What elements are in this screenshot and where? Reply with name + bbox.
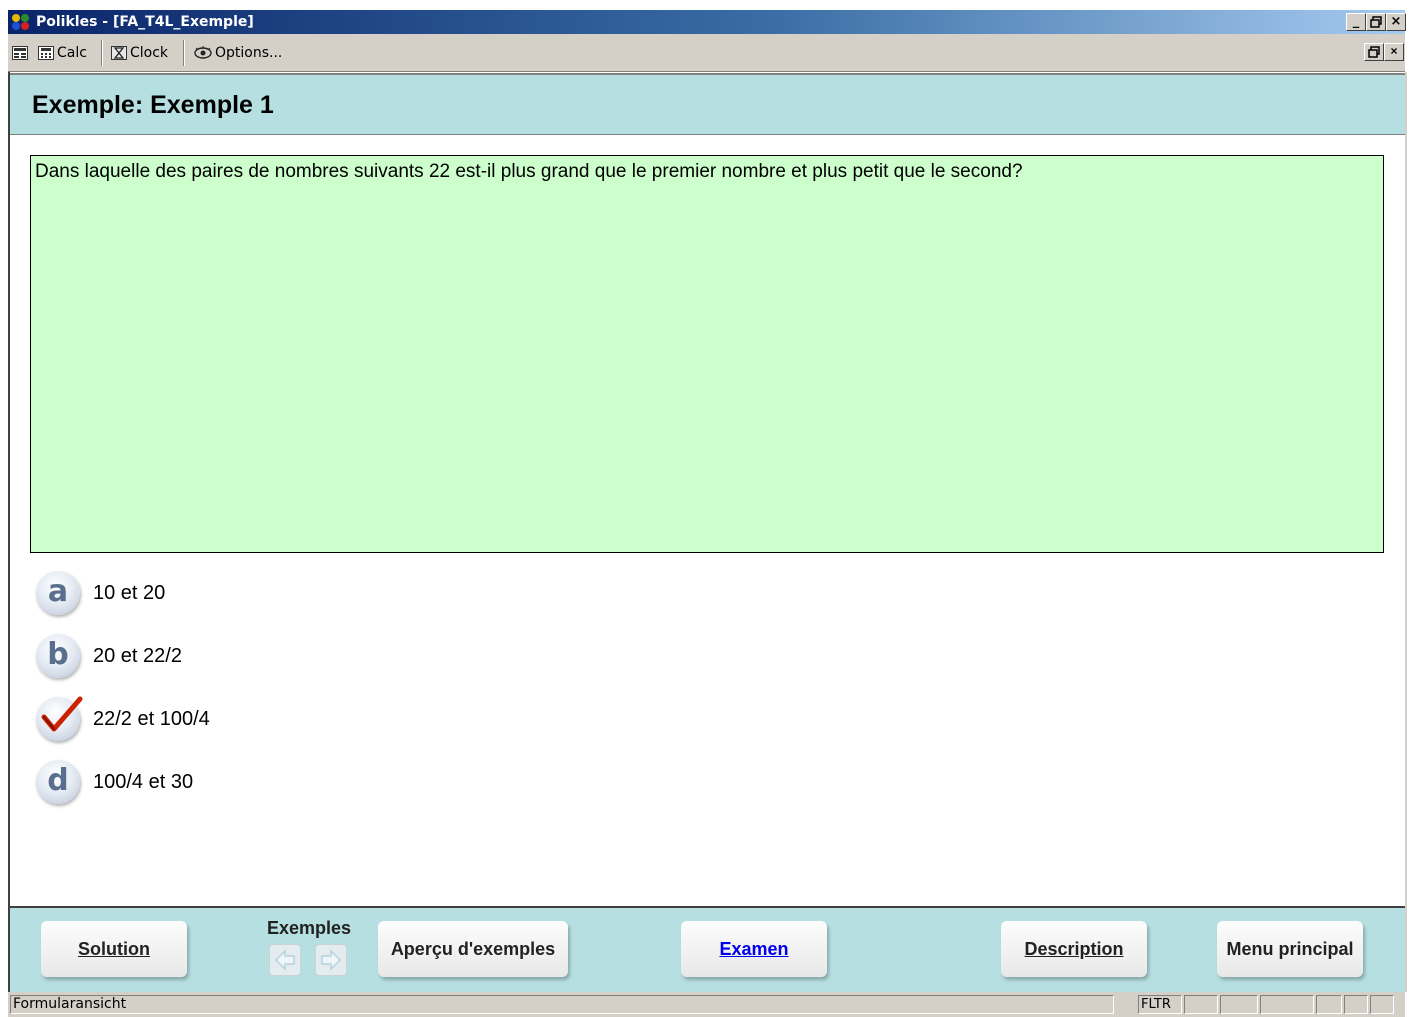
footer-band: Solution Exemples Aperçu d'exemples Exam… [10,906,1405,992]
toolbar: Calc Clock Options... × [8,34,1405,72]
answer-letter: b [47,637,69,672]
status-cell [1260,995,1314,1014]
status-text: Formularansicht [10,995,1114,1014]
answer-label: 100/4 et 30 [93,771,194,793]
window-frame-right [1405,72,1407,992]
answer-option-a[interactable]: a 10 et 20 [36,571,736,617]
toolbar-separator [183,40,185,66]
minimize-button[interactable]: _ [1346,13,1366,31]
status-cell [1220,995,1258,1014]
mdi-close-button[interactable]: × [1384,43,1404,61]
restore-icon [1370,16,1382,28]
options-button[interactable]: Options... [193,42,282,64]
arrow-right-icon [321,949,342,971]
answer-label: 20 et 22/2 [93,645,182,667]
window-title: Polikles - [FA_T4L_Exemple] [36,14,254,30]
menu-principal-button[interactable]: Menu principal [1217,921,1363,977]
examen-label: Examen [719,939,789,959]
hourglass-icon [111,46,127,60]
status-cell [1370,995,1394,1014]
page-title: Exemple: Exemple 1 [32,91,274,119]
checkmark-icon [41,696,83,732]
form-view-button[interactable] [12,42,31,64]
solution-button[interactable]: Solution [41,921,187,977]
menu-principal-label: Menu principal [1226,939,1354,959]
title-bar: Polikles - [FA_T4L_Exemple] _ × [8,10,1406,34]
answer-label: 22/2 et 100/4 [93,708,210,730]
examen-button[interactable]: Examen [681,921,827,977]
form-icon [12,46,28,60]
next-example-button[interactable] [315,944,347,976]
answer-badge-c[interactable] [36,696,83,741]
options-label: Options... [215,45,283,61]
apercu-label: Aperçu d'exemples [390,939,556,959]
answer-badge-a[interactable]: a [36,571,80,615]
status-cell [1344,995,1368,1014]
status-cell [1316,995,1342,1014]
description-button[interactable]: Description [1001,921,1147,977]
answer-option-b[interactable]: b 20 et 22/2 [36,634,736,680]
answer-badge-b[interactable]: b [36,634,80,678]
exemples-label: Exemples [267,918,352,938]
calculator-icon [38,46,54,60]
status-cell [1184,995,1218,1014]
answer-letter: d [47,763,69,798]
status-fltr: FLTR [1138,995,1182,1014]
answer-letter: a [47,574,69,609]
app-icon [12,14,29,30]
answer-label: 10 et 20 [93,582,166,604]
arrow-left-icon [274,949,295,971]
eye-icon [194,46,212,59]
answer-option-d[interactable]: d 100/4 et 30 [36,760,736,806]
question-box: Dans laquelle des paires de nombres suiv… [30,155,1384,553]
previous-example-button[interactable] [269,944,301,976]
status-bar: Formularansicht FLTR [8,992,1405,1017]
description-label: Description [1024,939,1124,959]
header-band: Exemple: Exemple 1 [10,73,1405,135]
restore-button[interactable] [1366,13,1386,31]
close-button[interactable]: × [1386,13,1406,31]
answer-option-c[interactable]: 22/2 et 100/4 [36,696,736,743]
mdi-restore-button[interactable] [1364,43,1384,61]
clock-label: Clock [130,45,169,61]
apercu-exemples-button[interactable]: Aperçu d'exemples [378,921,568,977]
calc-button[interactable]: Calc [38,42,87,64]
answer-badge-d[interactable]: d [36,760,80,804]
window-frame-left [8,72,10,992]
toolbar-separator [101,40,103,66]
solution-label: Solution [78,939,150,959]
clock-button[interactable]: Clock [111,42,168,64]
question-text: Dans laquelle des paires de nombres suiv… [35,161,1023,182]
restore-icon [1368,46,1380,58]
calc-label: Calc [57,45,87,61]
